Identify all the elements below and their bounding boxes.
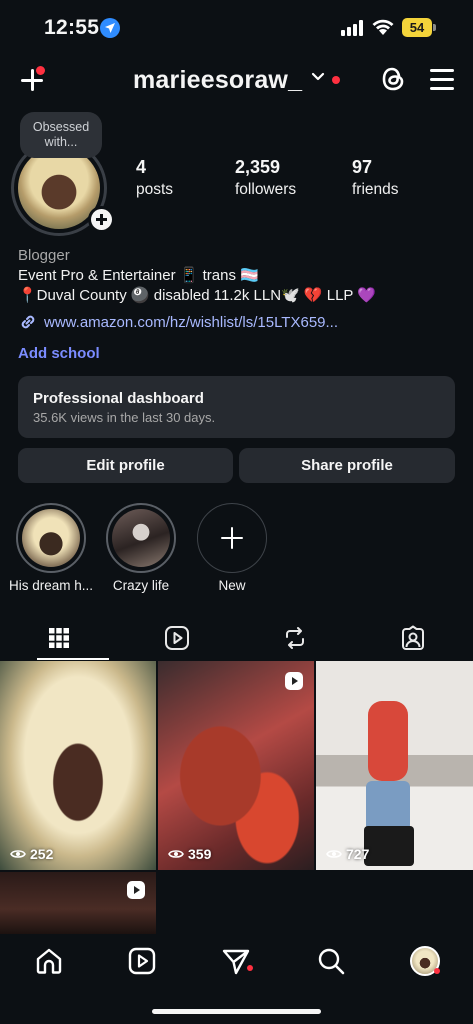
home-indicator (152, 1009, 321, 1014)
threads-icon[interactable] (378, 64, 408, 94)
highlight-ring (106, 503, 176, 573)
reposts-icon (286, 627, 304, 649)
tab-tagged[interactable] (354, 616, 472, 660)
reels-icon (165, 626, 189, 650)
notification-dot (36, 66, 45, 75)
post-tile[interactable]: 359 (158, 661, 314, 870)
views-eye-icon (168, 850, 184, 858)
battery-tip (433, 24, 436, 31)
plus-icon (221, 527, 243, 549)
location-icon (100, 18, 120, 38)
post-views-count: 359 (188, 846, 212, 862)
cellular-signal-icon (341, 20, 365, 36)
grid-icon (49, 628, 69, 648)
stat-followers-value: 2,359 (235, 157, 281, 177)
views-eye-icon (326, 850, 342, 858)
messages-icon[interactable] (221, 946, 251, 976)
tab-reposts[interactable] (236, 616, 354, 660)
status-time: 12:55 (44, 16, 100, 39)
link-icon (21, 315, 35, 329)
highlight-label: Crazy life (112, 578, 170, 593)
post-views: 727 (326, 846, 369, 862)
professional-dashboard[interactable]: Professional dashboard 35.6K views in th… (18, 376, 455, 438)
highlight-label: His dream h... (8, 578, 94, 593)
account-notification-dot (332, 76, 340, 84)
create-post-button[interactable] (16, 64, 48, 96)
stat-posts-value: 4 (136, 157, 147, 177)
add-school-link[interactable]: Add school (18, 345, 100, 362)
post-subject (368, 701, 408, 781)
post-tile[interactable] (0, 872, 156, 934)
stat-friends-value: 97 (352, 157, 373, 177)
profile-tabs (0, 616, 473, 660)
post-views-count: 252 (30, 846, 54, 862)
menu-icon[interactable] (430, 69, 454, 91)
bio-link[interactable]: www.amazon.com/hz/wishlist/ls/15LTX659..… (18, 312, 338, 332)
views-eye-icon (10, 850, 26, 858)
home-icon[interactable] (34, 946, 64, 976)
profile-username[interactable]: marieesoraw_ (133, 66, 302, 95)
share-profile-button[interactable]: Share profile (239, 448, 455, 483)
reel-icon (127, 881, 145, 899)
reel-icon (285, 672, 303, 690)
post-tile[interactable]: 252 (0, 661, 156, 870)
bio-line-1: Event Pro & Entertainer 📱 trans 🏳️‍⚧️ (18, 267, 259, 284)
stat-followers[interactable]: 2,359 followers (235, 157, 296, 199)
highlight-cover (112, 509, 170, 567)
profile-category: Blogger (18, 247, 70, 264)
post-views: 359 (168, 846, 211, 862)
post-subject-boots (364, 826, 414, 866)
highlight-new[interactable]: New (187, 503, 277, 593)
search-icon[interactable] (316, 946, 346, 976)
post-views-count: 727 (346, 846, 370, 862)
highlight-his-dream[interactable]: His dream h... (6, 503, 96, 593)
tab-posts-grid[interactable] (0, 616, 118, 660)
active-tab-indicator (37, 658, 109, 660)
profile-note[interactable]: Obsessed with... (20, 112, 102, 158)
chevron-down-icon[interactable] (311, 72, 325, 82)
highlight-cover (22, 509, 80, 567)
wifi-icon (372, 19, 394, 35)
stat-followers-label: followers (235, 181, 297, 198)
tagged-icon (402, 625, 424, 650)
reels-icon[interactable] (127, 946, 157, 976)
status-bar: 12:55 54 (0, 0, 473, 56)
add-story-icon[interactable] (88, 206, 115, 233)
highlight-label: New (218, 578, 246, 593)
messages-notification-dot (247, 965, 253, 971)
dashboard-title: Professional dashboard (33, 390, 204, 407)
bio-link-text[interactable]: www.amazon.com/hz/wishlist/ls/15LTX659..… (44, 314, 338, 331)
highlight-crazy-life[interactable]: Crazy life (96, 503, 186, 593)
post-subject-jeans (366, 781, 410, 831)
post-views: 252 (10, 846, 53, 862)
post-tile[interactable]: 727 (316, 661, 473, 870)
stat-friends[interactable]: 97 friends (352, 157, 399, 199)
highlight-ring (16, 503, 86, 573)
dashboard-subtitle: 35.6K views in the last 30 days. (33, 410, 216, 425)
new-highlight-ring (197, 503, 267, 573)
tab-reels[interactable] (118, 616, 236, 660)
bio-line-2: 📍Duval County 🎱 disabled 11.2k LLN🕊️ 💔 L… (18, 287, 376, 304)
edit-profile-button[interactable]: Edit profile (18, 448, 233, 483)
profile-notification-dot (434, 968, 440, 974)
stat-posts[interactable]: 4 posts (136, 157, 173, 199)
stat-posts-label: posts (136, 181, 174, 198)
battery-indicator: 54 (402, 18, 432, 37)
stat-friends-label: friends (352, 181, 399, 198)
